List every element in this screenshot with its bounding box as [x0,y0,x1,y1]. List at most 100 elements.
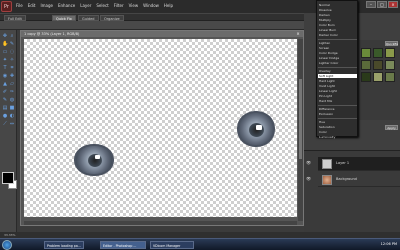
blend-mode-option[interactable]: Color Burn [319,23,335,27]
effect-thumb-5[interactable] [373,60,383,70]
close-button[interactable]: × [388,1,398,8]
glint-left [95,155,100,159]
move-tool-icon[interactable]: ✥ [2,33,8,39]
blend-mode-option[interactable]: Hard Light [319,79,335,83]
vertical-scrollbar[interactable] [298,39,303,221]
blend-mode-option[interactable]: Difference [319,107,334,111]
blend-mode-option[interactable]: Screen [319,46,329,50]
blend-mode-option[interactable]: Color [319,130,327,134]
blend-mode-option[interactable]: Soft Light [318,74,357,78]
blend-mode-option[interactable]: Color Dodge [319,51,338,55]
menu-help[interactable]: Help [164,3,173,8]
hand-tool-icon[interactable]: ✋ [2,41,8,47]
recompose-tool-icon[interactable]: ⇔ [9,121,15,127]
type-tool-icon[interactable]: T [2,65,8,71]
blend-mode-option[interactable]: Lighter Color [319,61,338,65]
vertical-scroll-thumb[interactable] [299,79,302,159]
menu-edit[interactable]: Edit [28,3,36,8]
smart-brush-tool-icon[interactable]: ✎ [2,97,8,103]
effect-thumb-1[interactable] [361,48,371,58]
task-vdicom[interactable]: VDicom Manager [150,241,194,249]
blend-mode-option[interactable]: Linear Light [319,89,337,93]
selection-brush-tool-icon[interactable]: ✧ [9,57,15,63]
blend-mode-option[interactable]: Saturation [319,125,335,129]
blend-mode-option[interactable]: Hard Mix [319,99,332,103]
menu-separator [318,67,357,68]
straighten-tool-icon[interactable]: ⟋ [2,121,8,127]
layer-row-background[interactable]: Background [318,173,400,187]
eye-image-right [237,111,275,147]
menu-view[interactable]: View [129,3,139,8]
mode-tabs: Full Edit Quick Fix Guided Organize [0,13,305,21]
blend-mode-option[interactable]: Darken [319,13,330,17]
blend-mode-option[interactable]: Hue [319,120,325,124]
layer-row-layer-1[interactable]: Layer 1 [318,157,400,171]
red-eye-tool-icon[interactable]: ◉ [2,73,8,79]
eye-image-left [74,144,114,176]
blend-mode-option[interactable]: Exclusion [319,112,333,116]
blend-mode-option[interactable]: Luminosity [319,135,335,139]
tool-options-bar [0,21,305,30]
blend-mode-option[interactable]: Darker Color [319,33,338,37]
menu-image[interactable]: Image [40,3,53,8]
layer-visibility-icon[interactable]: 👁 [306,176,312,182]
healing-brush-tool-icon[interactable]: ✚ [9,73,15,79]
zoom-tool-icon[interactable]: ⌕ [9,33,15,39]
menu-select[interactable]: Select [96,3,108,8]
blend-mode-option[interactable]: Overlay [319,69,331,73]
clone-stamp-tool-icon[interactable]: ▲ [2,81,8,87]
marquee-tool-icon[interactable]: ▭ [2,49,8,55]
task-firefox[interactable]: Problem loading pa... [44,241,84,249]
eyedropper-tool-icon[interactable]: ✎ [9,41,15,47]
layer-visibility-icon[interactable]: 👁 [306,160,312,166]
brush-tool-icon[interactable]: ✑ [9,89,15,95]
quickfix-button[interactable]: Quickfix [385,41,398,46]
effect-thumb-4[interactable] [361,60,371,70]
layer-thumbnail [322,159,332,169]
crop-tool-icon[interactable]: ⌗ [9,65,15,71]
task-photoshop[interactable]: Editor - Photoshop ... [100,241,146,249]
blend-mode-option[interactable]: Pin Light [319,94,332,98]
blend-mode-option[interactable]: Dissolve [319,8,332,12]
effect-thumb-9[interactable] [385,72,395,82]
blend-mode-option[interactable]: Vivid Light [319,84,335,88]
effect-thumb-3[interactable] [385,48,395,58]
sponge-tool-icon[interactable]: ◐ [9,113,15,119]
menu-separator [318,118,357,119]
effect-thumb-8[interactable] [373,72,383,82]
eraser-tool-icon[interactable]: ▱ [9,81,15,87]
effect-thumb-6[interactable] [385,60,395,70]
lasso-tool-icon[interactable]: ◌ [9,49,15,55]
gradient-tool-icon[interactable]: ▤ [2,105,8,111]
blur-tool-icon[interactable]: ● [2,113,8,119]
paint-bucket-tool-icon[interactable]: ◍ [9,97,15,103]
layers-panel: Layer 1 Background [304,150,400,232]
canvas[interactable] [24,39,297,217]
menu-window[interactable]: Window [143,3,159,8]
effect-thumb-7[interactable] [361,72,371,82]
blend-mode-option[interactable]: Linear Dodge [319,56,339,60]
shape-tool-icon[interactable]: ■ [9,105,15,111]
horizontal-scrollbar[interactable] [24,221,297,225]
menu-filter[interactable]: Filter [114,3,124,8]
menu-list: File Edit Image Enhance Layer Select Fil… [16,3,173,8]
document-close-icon[interactable]: × [295,31,301,37]
maximize-button[interactable]: □ [377,1,387,8]
blend-mode-option[interactable]: Multiply [319,18,331,22]
blend-mode-option[interactable]: Linear Burn [319,28,336,32]
blend-mode-option[interactable]: Normal [319,3,330,7]
menu-layer[interactable]: Layer [80,3,91,8]
glint-right [256,125,262,130]
effect-thumb-2[interactable] [373,48,383,58]
foreground-color-swatch[interactable] [2,172,14,184]
apply-button[interactable]: Apply [385,125,398,130]
pencil-tool-icon[interactable]: ✐ [2,89,8,95]
start-button[interactable] [2,240,12,250]
blend-mode-option[interactable]: Lighten [319,41,330,45]
minimize-button[interactable]: – [366,1,376,8]
menu-file[interactable]: File [16,3,23,8]
menu-enhance[interactable]: Enhance [58,3,75,8]
layer-name: Layer 1 [336,161,350,165]
blend-mode-dropdown[interactable]: Normal Dissolve Darken Multiply Color Burn Li… [316,0,358,139]
magic-wand-tool-icon[interactable]: ✦ [2,57,8,63]
